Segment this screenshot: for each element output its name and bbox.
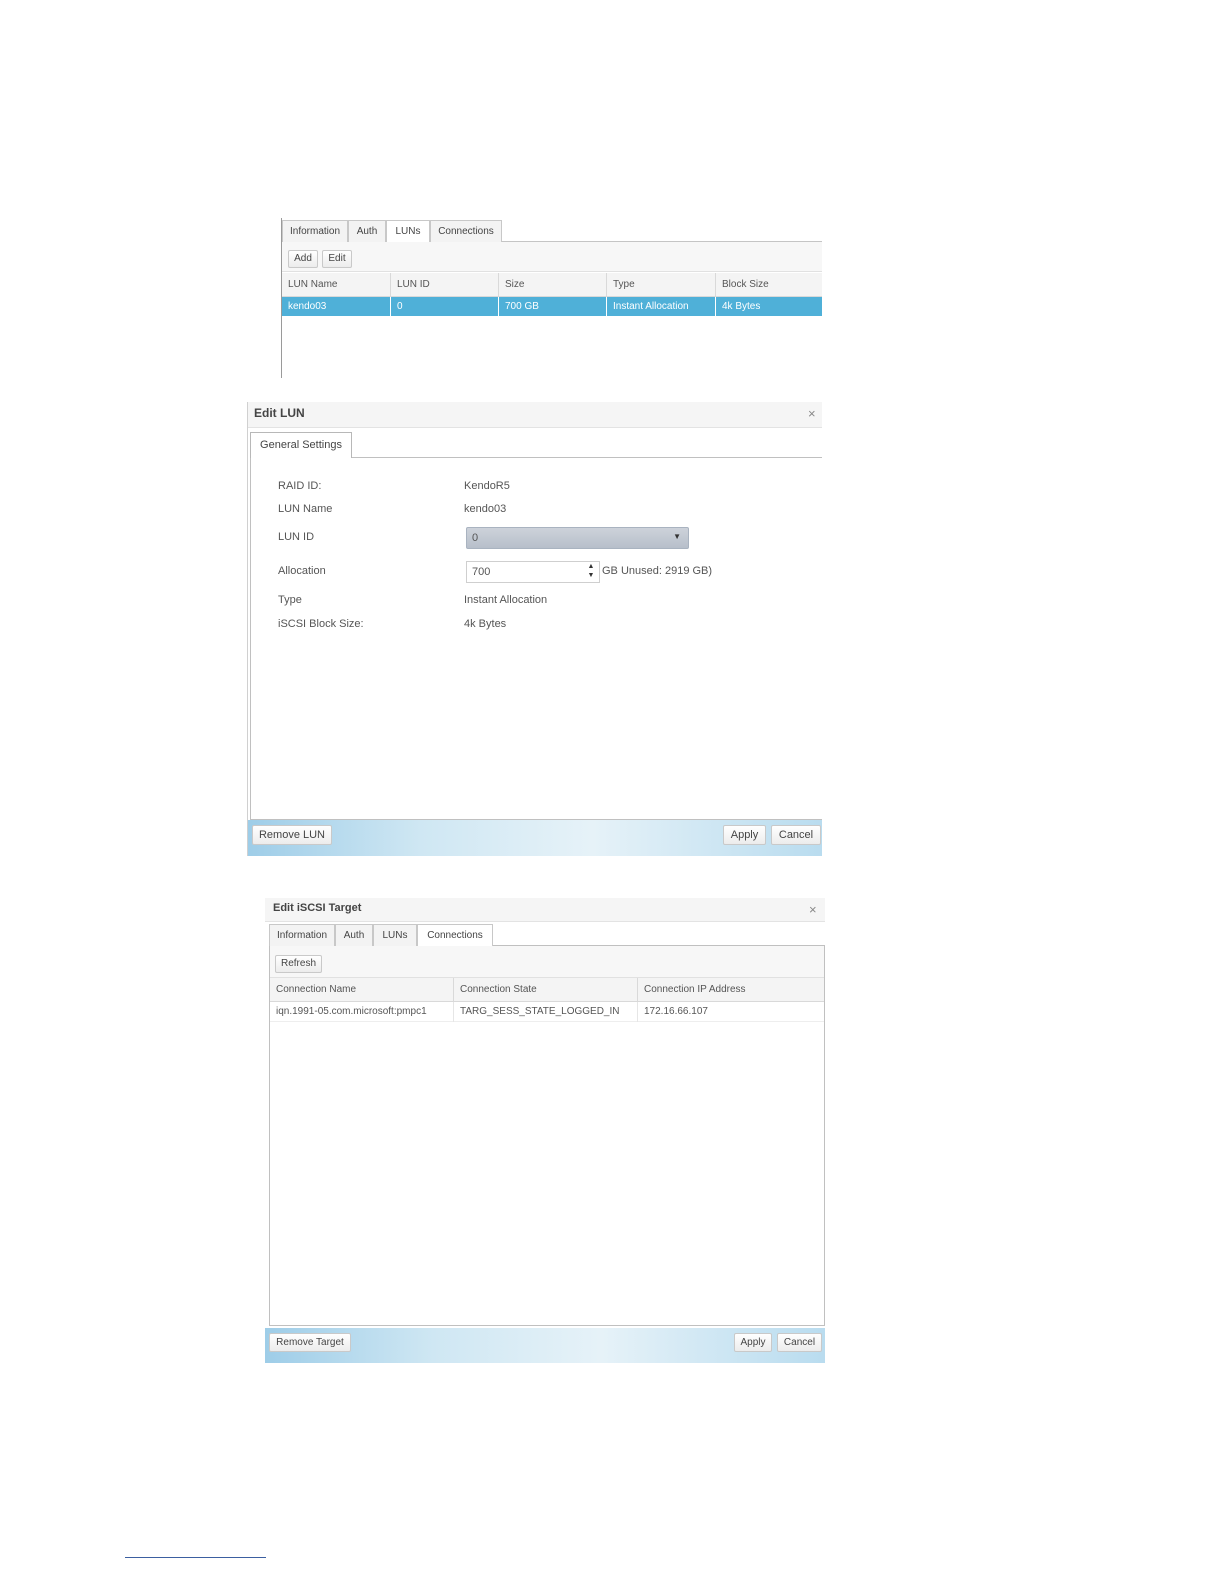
connections-toolbar: Refresh (270, 946, 824, 978)
dialog-title: Edit LUN (254, 406, 305, 420)
edit-iscsi-target-dialog: Edit iSCSI Target × Information Auth LUN… (265, 898, 825, 1363)
cell-lun-name: kendo03 (282, 297, 391, 316)
tab-connections[interactable]: Connections (417, 924, 493, 947)
edit-lun-dialog: Edit LUN × General Settings RAID ID: Ken… (247, 402, 822, 856)
tab-auth[interactable]: Auth (335, 924, 373, 946)
connections-body: Refresh Connection Name Connection State… (269, 946, 825, 1326)
type-label: Type (278, 594, 302, 606)
lun-grid-header: LUN Name LUN ID Size Type Block Size (282, 273, 822, 297)
cell-lun-id: 0 (391, 297, 499, 316)
dialog-titlebar: Edit LUN × (248, 402, 822, 428)
table-row[interactable]: iqn.1991-05.com.microsoft:pmpc1 TARG_SES… (270, 1002, 824, 1022)
column-header-size[interactable]: Size (499, 273, 607, 297)
stepper-up-icon[interactable]: ▲ (585, 562, 597, 571)
apply-button[interactable]: Apply (734, 1333, 772, 1352)
block-size-label: iSCSI Block Size: (278, 618, 364, 630)
edit-button[interactable]: Edit (322, 250, 352, 268)
remove-lun-button[interactable]: Remove LUN (252, 825, 332, 845)
column-header-connection-state[interactable]: Connection State (454, 978, 638, 1002)
close-icon[interactable]: × (809, 903, 817, 917)
column-header-lun-id[interactable]: LUN ID (391, 273, 499, 297)
cancel-button[interactable]: Cancel (777, 1333, 822, 1352)
apply-button[interactable]: Apply (723, 825, 766, 845)
block-size-value: 4k Bytes (464, 618, 507, 630)
connections-grid-header: Connection Name Connection State Connect… (270, 978, 824, 1002)
table-row[interactable]: kendo03 0 700 GB Instant Allocation 4k B… (282, 297, 822, 316)
column-header-lun-name[interactable]: LUN Name (282, 273, 391, 297)
tab-information[interactable]: Information (269, 924, 335, 946)
stepper-down-icon[interactable]: ▼ (585, 571, 597, 580)
stepper-arrows: ▲ ▼ (585, 562, 597, 582)
add-button[interactable]: Add (288, 250, 318, 268)
lun-name-label: LUN Name (278, 503, 333, 515)
target-tabs: Information Auth LUNs Connections (282, 220, 822, 243)
tab-luns[interactable]: LUNs (373, 924, 417, 946)
close-icon[interactable]: × (808, 407, 816, 421)
column-header-connection-name[interactable]: Connection Name (270, 978, 454, 1002)
dialog-title: Edit iSCSI Target (273, 902, 362, 914)
tab-luns[interactable]: LUNs (386, 220, 430, 243)
raid-id-value: KendoR5 (464, 480, 510, 492)
column-header-type[interactable]: Type (607, 273, 716, 297)
cell-connection-name: iqn.1991-05.com.microsoft:pmpc1 (270, 1002, 454, 1022)
allocation-input[interactable]: 700 (472, 566, 490, 578)
refresh-button[interactable]: Refresh (275, 955, 322, 973)
lun-id-selected-value: 0 (472, 532, 479, 544)
column-header-connection-ip[interactable]: Connection IP Address (638, 978, 824, 1002)
cell-connection-ip: 172.16.66.107 (644, 1006, 708, 1017)
allocation-unused-text: GB Unused: 2919 GB) (602, 565, 713, 577)
lun-list-panel: Information Auth LUNs Connections Add Ed… (281, 218, 822, 378)
remove-target-button[interactable]: Remove Target (269, 1333, 351, 1352)
tab-general-settings[interactable]: General Settings (250, 432, 352, 459)
allocation-label: Allocation (278, 565, 326, 577)
type-value: Instant Allocation (464, 594, 548, 606)
cancel-button[interactable]: Cancel (771, 825, 821, 845)
chevron-down-icon[interactable]: ▼ (673, 532, 681, 541)
footnote-divider (125, 1557, 266, 1558)
lun-toolbar: Add Edit (282, 242, 822, 272)
lun-id-label: LUN ID (278, 531, 315, 543)
dialog-footer: Remove LUN Apply Cancel (248, 820, 822, 856)
lun-name-value: kendo03 (464, 503, 507, 515)
lun-id-select[interactable]: 0 ▼ (466, 527, 689, 549)
tab-connections[interactable]: Connections (430, 220, 502, 242)
cell-type: Instant Allocation (607, 297, 716, 316)
general-settings-body: RAID ID: KendoR5 LUN Name kendo03 LUN ID… (250, 458, 822, 820)
tab-auth[interactable]: Auth (348, 220, 386, 242)
tab-information[interactable]: Information (282, 220, 348, 242)
dialog-titlebar: Edit iSCSI Target × (265, 898, 825, 922)
cell-connection-state: TARG_SESS_STATE_LOGGED_IN (454, 1002, 638, 1022)
edit-lun-tabs: General Settings (250, 430, 822, 459)
column-header-block-size[interactable]: Block Size (716, 273, 822, 297)
raid-id-label: RAID ID: (278, 480, 322, 492)
dialog-footer: Remove Target Apply Cancel (265, 1328, 825, 1363)
cell-block-size: 4k Bytes (722, 301, 761, 312)
allocation-stepper[interactable]: 700 ▲ ▼ (466, 561, 600, 583)
cell-size: 700 GB (499, 297, 607, 316)
target-tabs: Information Auth LUNs Connections (269, 924, 825, 947)
